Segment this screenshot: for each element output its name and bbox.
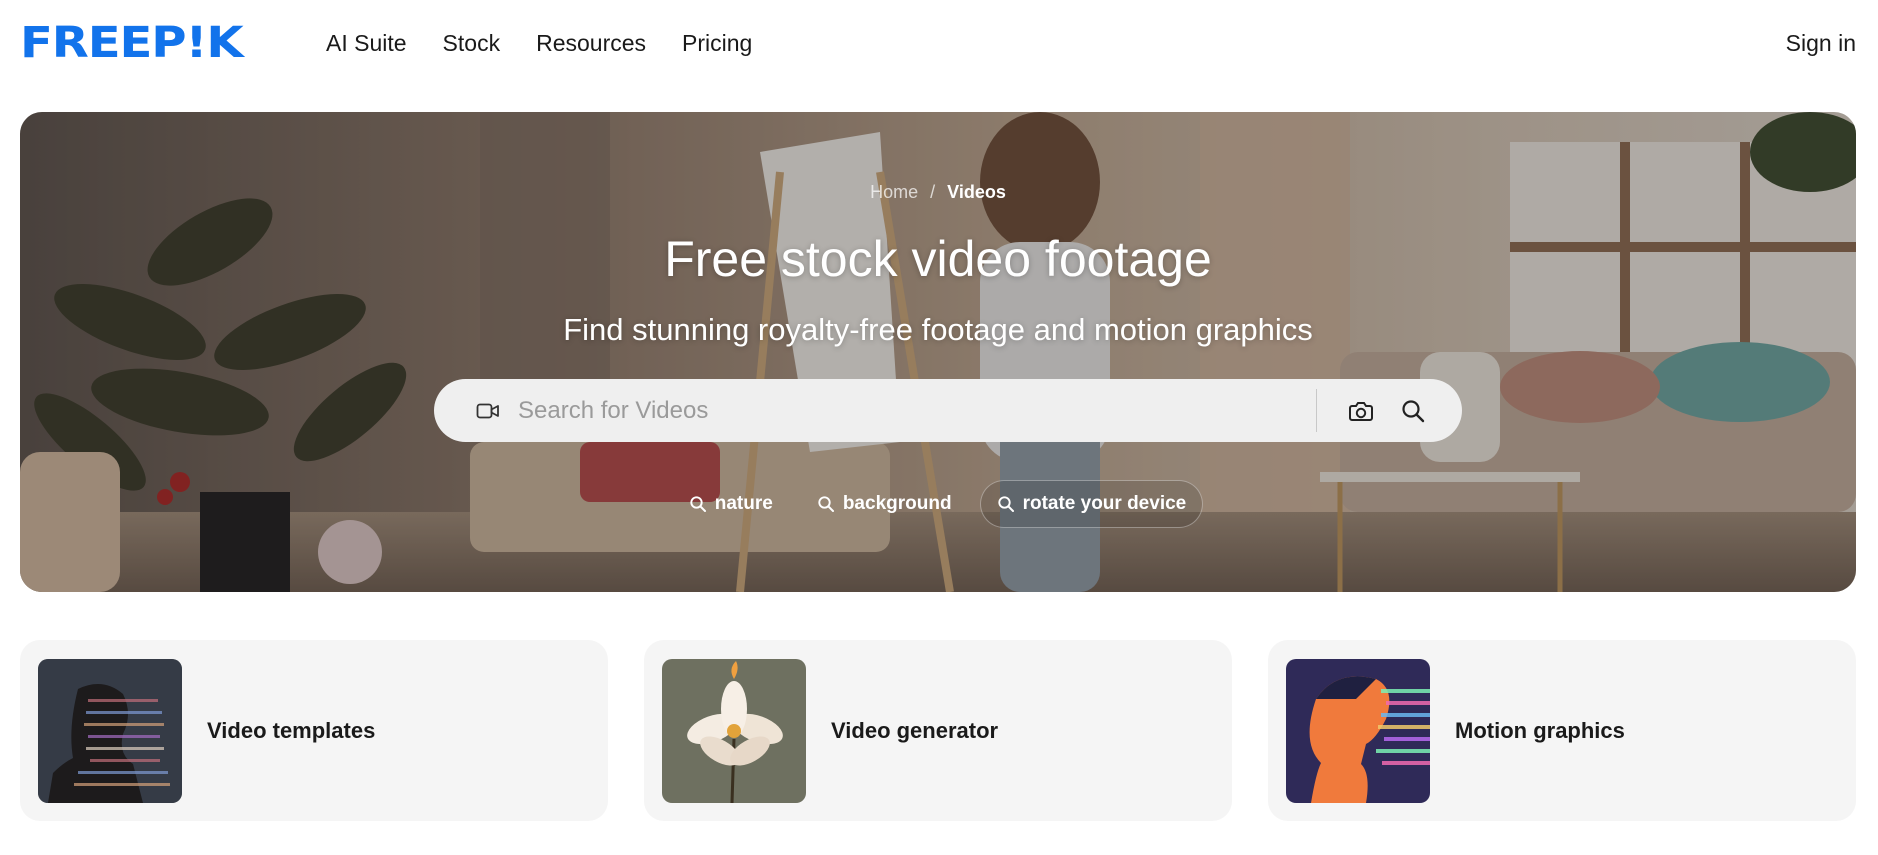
breadcrumb-home-link[interactable]: Home	[870, 182, 918, 202]
top-header: FREEP!K AI Suite Stock Resources Pricing…	[0, 0, 1878, 86]
search-bar	[434, 379, 1462, 442]
search-icon	[818, 496, 834, 512]
card-motion-graphics[interactable]: Motion graphics	[1268, 640, 1856, 821]
card-video-generator[interactable]: Video generator	[644, 640, 1232, 821]
breadcrumb-current: Videos	[947, 182, 1006, 202]
card-label: Motion graphics	[1455, 717, 1625, 743]
freepik-logo[interactable]: FREEP!K	[20, 22, 244, 65]
card-label: Video generator	[831, 717, 999, 743]
search-divider	[1316, 389, 1317, 432]
video-camera-icon[interactable]	[476, 401, 500, 421]
search-icon	[690, 496, 706, 512]
search-icon	[997, 496, 1014, 512]
breadcrumb: Home / Videos	[20, 182, 1856, 203]
camera-icon[interactable]	[1344, 394, 1378, 428]
suggestion-chip-rotate-your-device[interactable]: rotate your device	[979, 480, 1204, 528]
suggestion-chip-background[interactable]: background	[801, 480, 968, 528]
nav-item-stock[interactable]: Stock	[443, 30, 501, 57]
video-templates-thumbnail	[38, 658, 182, 803]
suggested-searches: nature background rotate your device	[20, 480, 1856, 528]
card-label: Video templates	[207, 717, 376, 743]
search-input[interactable]	[518, 389, 1278, 432]
main-nav: AI Suite Stock Resources Pricing	[326, 0, 788, 86]
motion-graphics-thumbnail	[1286, 658, 1430, 803]
nav-item-pricing[interactable]: Pricing	[682, 30, 752, 57]
nav-item-resources[interactable]: Resources	[536, 30, 646, 57]
page-subtitle: Find stunning royalty-free footage and m…	[563, 312, 1313, 347]
page-title: Free stock video footage	[664, 231, 1212, 287]
category-cards: Video templates Video generator Motion g…	[20, 640, 1856, 821]
nav-item-ai-suite[interactable]: AI Suite	[326, 30, 407, 57]
sign-in-link[interactable]: Sign in	[1786, 0, 1856, 86]
video-generator-thumbnail	[662, 658, 806, 803]
card-video-templates[interactable]: Video templates	[20, 640, 608, 821]
suggestion-label: nature	[714, 493, 773, 514]
suggestion-chip-nature[interactable]: nature	[673, 480, 789, 528]
search-icon[interactable]	[1396, 394, 1430, 428]
breadcrumb-separator: /	[930, 182, 936, 202]
suggestion-label: background	[842, 493, 952, 514]
hero-banner: Home / Videos Free stock video footage Fin…	[20, 112, 1856, 592]
suggestion-label: rotate your device	[1022, 493, 1187, 514]
